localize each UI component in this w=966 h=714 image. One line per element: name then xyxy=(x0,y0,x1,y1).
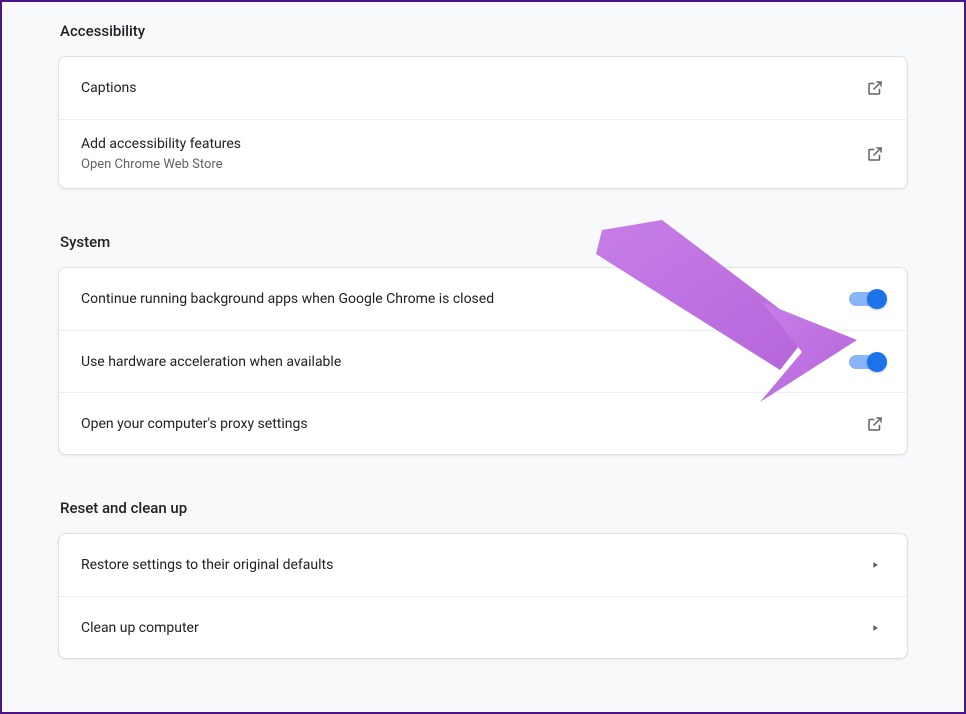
chevron-right-icon xyxy=(865,618,885,638)
external-link-icon xyxy=(865,414,885,434)
captions-label: Captions xyxy=(81,78,137,98)
captions-row[interactable]: Captions xyxy=(59,57,907,119)
hardware-acceleration-row[interactable]: Use hardware acceleration when available xyxy=(59,330,907,392)
system-card: Continue running background apps when Go… xyxy=(58,267,908,455)
external-link-icon xyxy=(865,78,885,98)
cleanup-computer-label: Clean up computer xyxy=(81,618,199,638)
add-accessibility-features-row[interactable]: Add accessibility features Open Chrome W… xyxy=(59,119,907,188)
cleanup-computer-row[interactable]: Clean up computer xyxy=(59,596,907,658)
section-title-reset: Reset and clean up xyxy=(58,483,908,533)
section-title-system: System xyxy=(58,217,908,267)
proxy-settings-row[interactable]: Open your computer's proxy settings xyxy=(59,392,907,454)
add-accessibility-label: Add accessibility features xyxy=(81,134,241,154)
background-apps-row[interactable]: Continue running background apps when Go… xyxy=(59,268,907,330)
restore-defaults-row[interactable]: Restore settings to their original defau… xyxy=(59,534,907,596)
chevron-right-icon xyxy=(865,555,885,575)
add-accessibility-sublabel: Open Chrome Web Store xyxy=(81,156,241,174)
external-link-icon xyxy=(865,144,885,164)
accessibility-card: Captions Add accessibility features Open… xyxy=(58,56,908,189)
hardware-acceleration-label: Use hardware acceleration when available xyxy=(81,352,341,372)
reset-card: Restore settings to their original defau… xyxy=(58,533,908,659)
section-title-accessibility: Accessibility xyxy=(58,6,908,56)
background-apps-label: Continue running background apps when Go… xyxy=(81,289,494,309)
hw-accel-toggle[interactable] xyxy=(849,355,885,369)
restore-defaults-label: Restore settings to their original defau… xyxy=(81,555,333,575)
background-apps-toggle[interactable] xyxy=(849,292,885,306)
proxy-settings-label: Open your computer's proxy settings xyxy=(81,414,308,434)
